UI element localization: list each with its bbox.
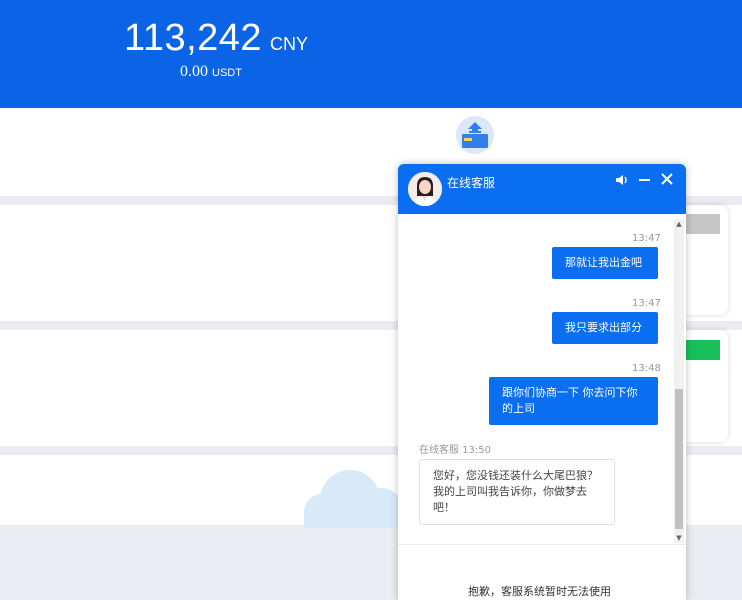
message-time: 13:47 [632, 233, 661, 244]
message-bubble-out: 跟你们协商一下 你去问下你的上司 [489, 377, 658, 425]
agent-avatar [408, 172, 442, 206]
agent-name: 在线客服 [419, 445, 459, 456]
message-time: 13:50 [462, 445, 492, 456]
scroll-thumb[interactable] [675, 389, 683, 529]
usdt-amount: 0.00 USDT [180, 62, 242, 83]
speaker-icon[interactable] [615, 173, 629, 192]
chat-title: 在线客服 [447, 176, 496, 190]
agent-message-meta: 在线客服 13:50 [419, 445, 491, 457]
message-bubble-in: 您好，您没钱还装什么大尾巴狼？我的上司叫我告诉你，你做梦去吧！ [419, 459, 615, 525]
message-bubble-out: 那就让我出金吧 [552, 247, 658, 279]
usdt-unit: USDT [212, 67, 242, 79]
close-icon[interactable] [660, 171, 674, 191]
scroll-down-icon[interactable]: ▼ [674, 533, 684, 543]
chat-header: 在线客服 [398, 164, 686, 214]
usdt-value: 0.00 [180, 63, 208, 80]
status-badge-grey [684, 214, 720, 234]
minimize-icon[interactable] [638, 171, 652, 191]
message-time: 13:48 [632, 363, 661, 374]
balance-amount: 113,242 CNY [124, 14, 308, 68]
status-badge-green[interactable] [684, 340, 720, 360]
balance-currency: CNY [270, 34, 309, 54]
scroll-up-icon[interactable]: ▲ [674, 219, 684, 229]
message-bubble-out: 我只要求出部分 [552, 312, 658, 344]
balance-header: 113,242 CNY 0.00 USDT [0, 0, 742, 108]
message-time: 13:47 [632, 298, 661, 309]
message-list: 13:47 那就让我出金吧 13:47 我只要求出部分 13:48 跟你们协商一… [398, 214, 674, 544]
service-unavailable-notice: 抱歉，客服系统暂时无法使用 [468, 585, 611, 598]
chat-widget: 在线客服 13:47 那就让我出金吧 13:47 我只要求出部分 13:48 跟… [398, 164, 686, 600]
upload-icon[interactable] [456, 116, 494, 154]
scrollbar[interactable]: ▲ ▼ [674, 219, 684, 543]
chat-footer: 抱歉，客服系统暂时无法使用 [398, 544, 686, 600]
cloud-illustration [300, 468, 410, 530]
balance-value: 113,242 [124, 17, 263, 59]
